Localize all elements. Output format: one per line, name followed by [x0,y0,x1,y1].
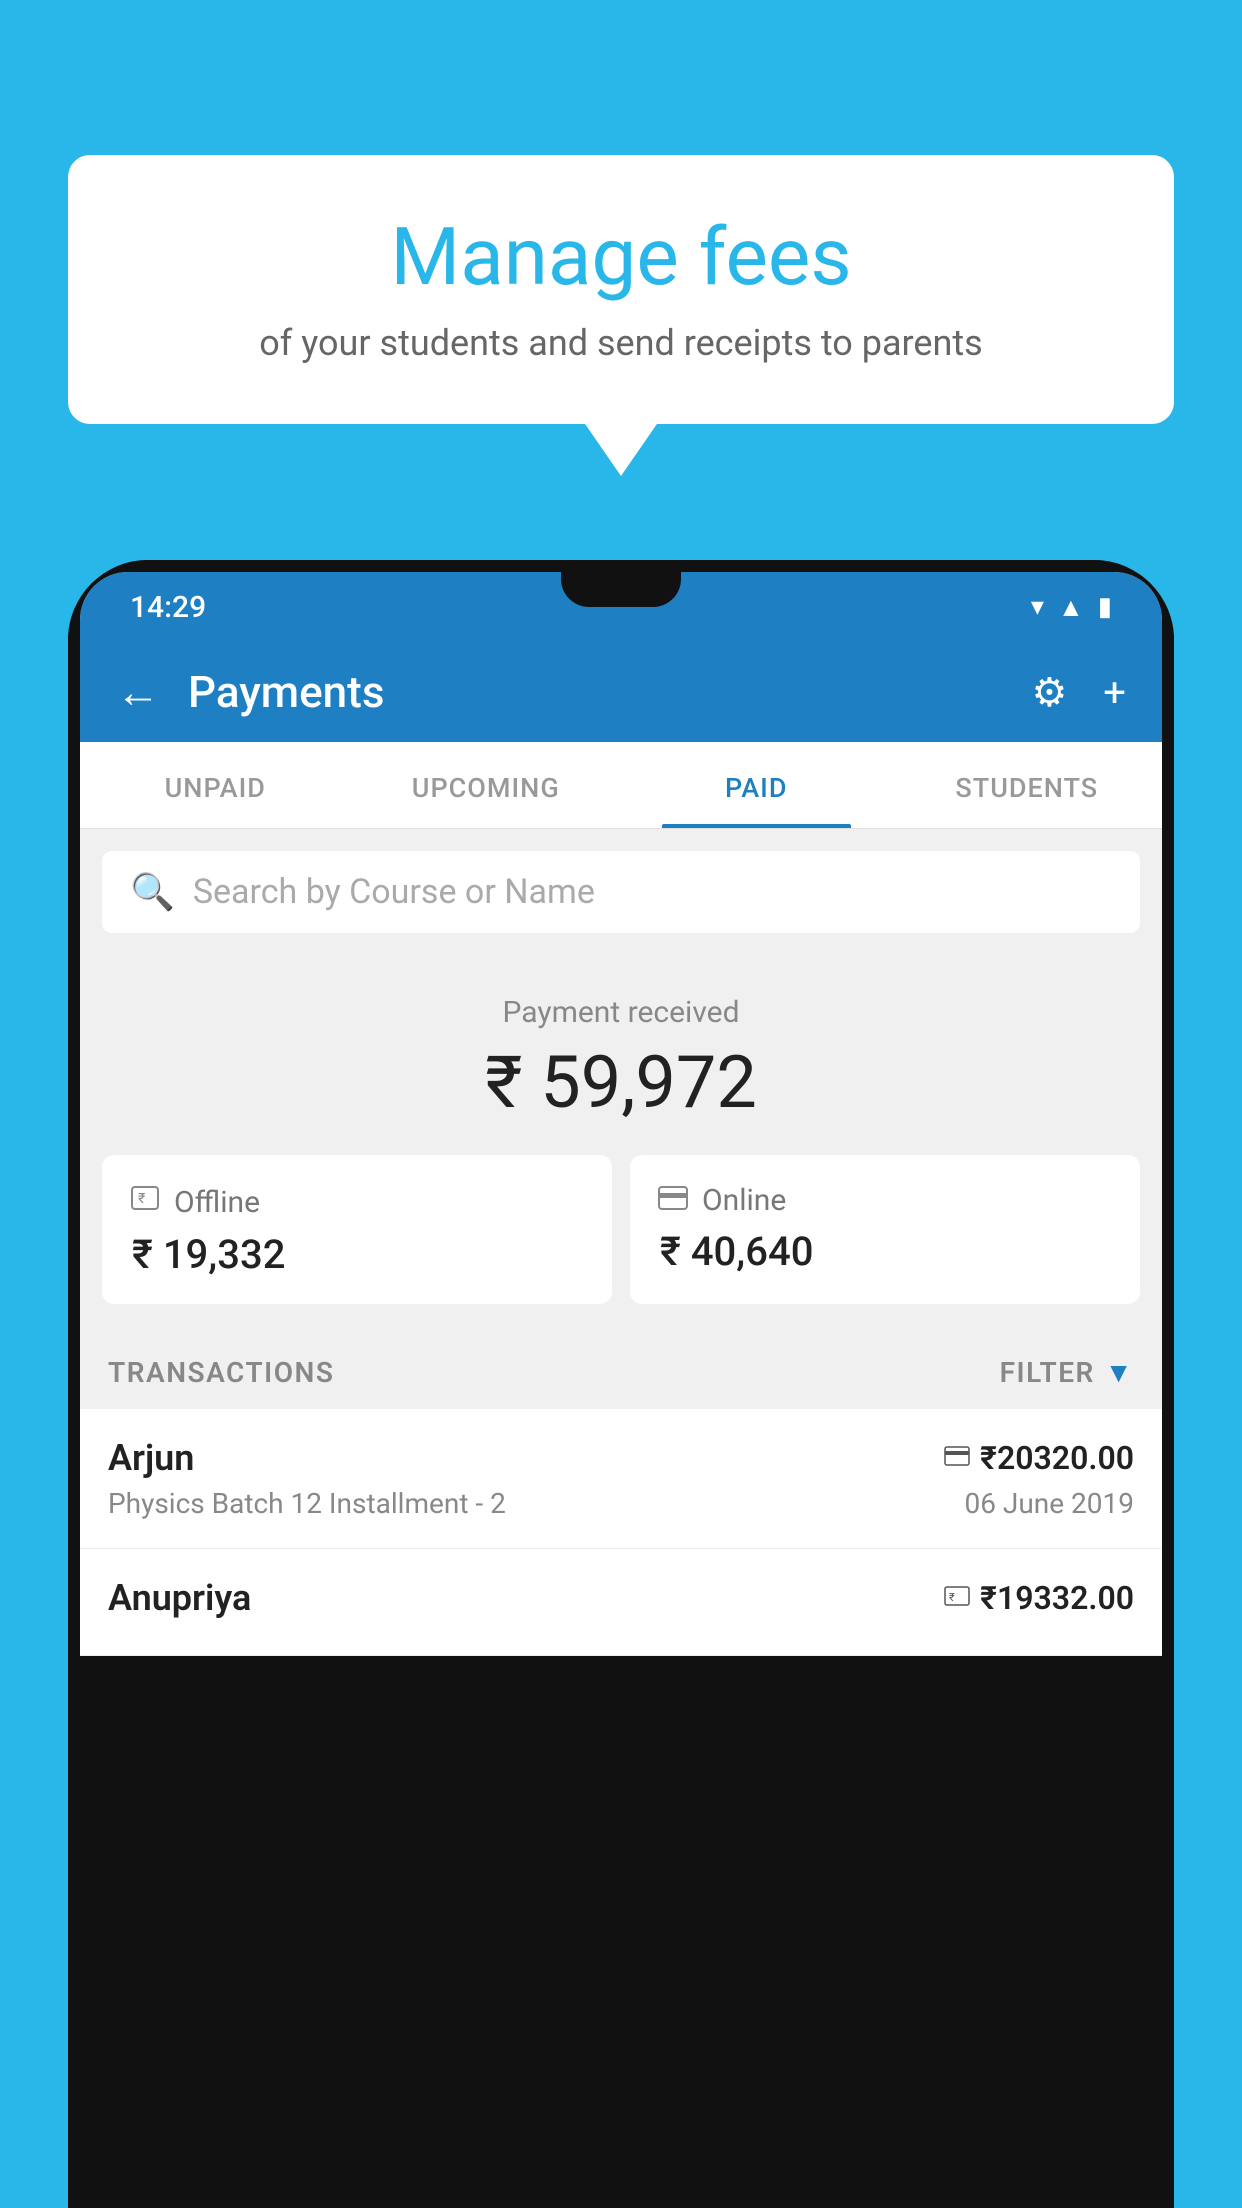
transaction-amount-arjun: ₹20320.00 [980,1439,1134,1477]
offline-icon: ₹ [130,1183,160,1221]
battery-icon: ▮ [1098,592,1112,622]
transaction-date-arjun: 06 June 2019 [964,1487,1134,1520]
payment-cards-row: ₹ Offline ₹ 19,332 Online [80,1155,1162,1330]
bubble-title: Manage fees [128,210,1114,304]
online-amount: ₹ 40,640 [658,1228,1112,1275]
transactions-label: TRANSACTIONS [108,1356,334,1389]
search-bar[interactable]: 🔍 Search by Course or Name [102,851,1140,933]
phone-screen: 14:29 ▾ ▲ ▮ ← Payments ⚙ + UNPAID UPCOMI… [68,560,1174,1656]
svg-text:₹: ₹ [138,1191,145,1207]
amount-row-arjun: ₹20320.00 [944,1439,1134,1477]
app-bar-actions: ⚙ + [1031,669,1126,716]
offline-card-header: ₹ Offline [130,1183,584,1221]
online-card-header: Online [658,1183,1112,1218]
offline-label: Offline [174,1185,260,1220]
wifi-icon: ▾ [1031,592,1044,622]
transaction-item-anupriya[interactable]: Anupriya ₹ ₹19332.00 [80,1549,1162,1656]
tab-paid[interactable]: PAID [621,742,892,828]
tab-unpaid[interactable]: UNPAID [80,742,351,828]
transaction-row1-anupriya: Anupriya ₹ ₹19332.00 [108,1577,1134,1619]
payment-received-section: Payment received ₹ 59,972 [80,955,1162,1155]
transaction-item-arjun[interactable]: Arjun ₹20320.00 Physics Batch 12 Install… [80,1409,1162,1549]
signal-icon: ▲ [1058,592,1084,623]
transaction-amount-anupriya: ₹19332.00 [980,1579,1134,1617]
app-bar: ← Payments ⚙ + [80,642,1162,742]
online-label: Online [702,1183,786,1218]
student-name-arjun: Arjun [108,1437,194,1479]
filter-label: FILTER [1000,1356,1095,1389]
phone-frame: 14:29 ▾ ▲ ▮ ← Payments ⚙ + UNPAID UPCOMI… [68,560,1174,2208]
notch [561,572,681,607]
back-button[interactable]: ← [116,666,160,718]
transactions-header: TRANSACTIONS FILTER ▼ [80,1330,1162,1409]
offline-amount: ₹ 19,332 [130,1231,584,1278]
payment-type-icon-anupriya: ₹ [944,1583,970,1613]
filter-button[interactable]: FILTER ▼ [1000,1356,1134,1389]
search-input[interactable]: Search by Course or Name [193,872,595,912]
settings-icon[interactable]: ⚙ [1031,669,1067,716]
online-card: Online ₹ 40,640 [630,1155,1140,1304]
status-icons: ▾ ▲ ▮ [1031,592,1112,623]
svg-text:₹: ₹ [949,1591,955,1604]
speech-bubble: Manage fees of your students and send re… [68,155,1174,424]
student-name-anupriya: Anupriya [108,1577,251,1619]
tab-upcoming[interactable]: UPCOMING [351,742,622,828]
payment-received-amount: ₹ 59,972 [80,1040,1162,1125]
transaction-row2-arjun: Physics Batch 12 Installment - 2 06 June… [108,1487,1134,1520]
search-container: 🔍 Search by Course or Name [80,829,1162,955]
batch-info-arjun: Physics Batch 12 Installment - 2 [108,1487,506,1520]
payment-received-label: Payment received [80,995,1162,1030]
bubble-subtitle: of your students and send receipts to pa… [128,322,1114,364]
tab-bar: UNPAID UPCOMING PAID STUDENTS [80,742,1162,829]
payment-type-icon-arjun [944,1443,970,1473]
app-title: Payments [188,666,1031,718]
online-icon [658,1183,688,1218]
transaction-row1-arjun: Arjun ₹20320.00 [108,1437,1134,1479]
amount-row-anupriya: ₹ ₹19332.00 [944,1579,1134,1617]
offline-card: ₹ Offline ₹ 19,332 [102,1155,612,1304]
add-icon[interactable]: + [1103,669,1126,716]
tab-students[interactable]: STUDENTS [892,742,1163,828]
status-time: 14:29 [130,590,206,625]
status-bar: 14:29 ▾ ▲ ▮ [80,572,1162,642]
search-icon: 🔍 [130,871,175,913]
filter-icon: ▼ [1105,1356,1134,1389]
